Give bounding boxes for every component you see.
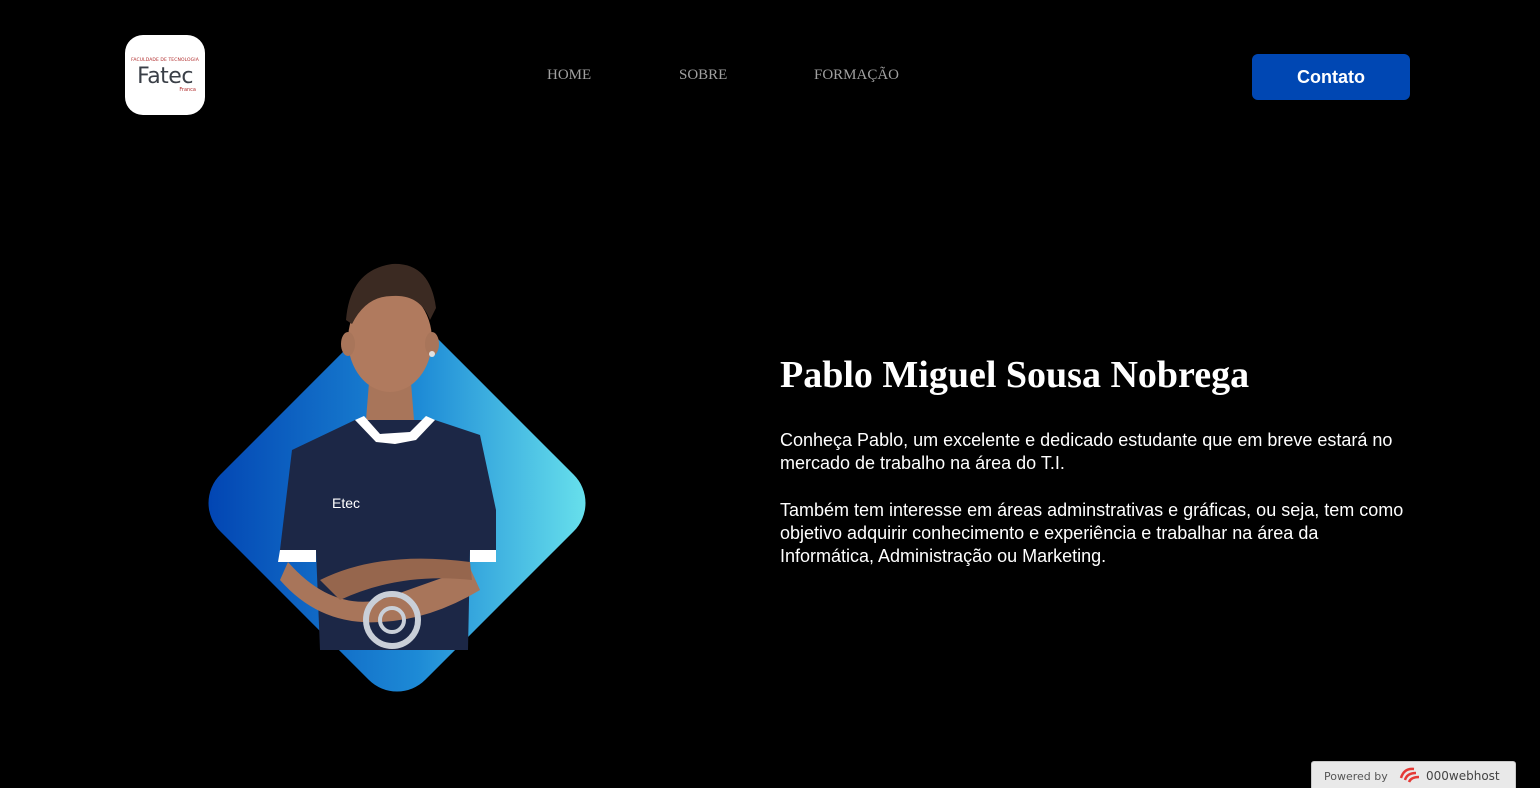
logo-tagline: FACULDADE DE TECNOLOGIA bbox=[131, 58, 199, 63]
powered-by-label: Powered by bbox=[1324, 770, 1388, 783]
contact-button[interactable]: Contato bbox=[1252, 54, 1410, 100]
hero-title: Pablo Miguel Sousa Nobrega bbox=[780, 354, 1250, 396]
profile-illustration: Etec bbox=[208, 263, 586, 692]
shirt-logo-text: Etec bbox=[332, 495, 360, 511]
nav-item-formacao[interactable]: FORMAÇÃO bbox=[814, 67, 899, 84]
nav-item-sobre[interactable]: SOBRE bbox=[679, 67, 727, 84]
hero-paragraph-interests: Também tem interesse em áreas adminstrat… bbox=[780, 500, 1404, 566]
hero-paragraph-intro: Conheça Pablo, um excelente e dedicado e… bbox=[780, 430, 1393, 473]
logo-location: Franca bbox=[179, 87, 196, 93]
logo-wordmark: Fatec bbox=[137, 64, 193, 89]
fatec-logo[interactable]: FACULDADE DE TECNOLOGIA Fatec Franca bbox=[125, 35, 205, 115]
powered-by-brand: 000webhost bbox=[1426, 769, 1500, 783]
webhost-icon bbox=[1399, 767, 1420, 783]
powered-by-badge[interactable]: Powered by 000webhost bbox=[1311, 761, 1516, 788]
person-photo: Etec bbox=[278, 263, 496, 650]
nav-item-home[interactable]: HOME bbox=[547, 67, 591, 84]
